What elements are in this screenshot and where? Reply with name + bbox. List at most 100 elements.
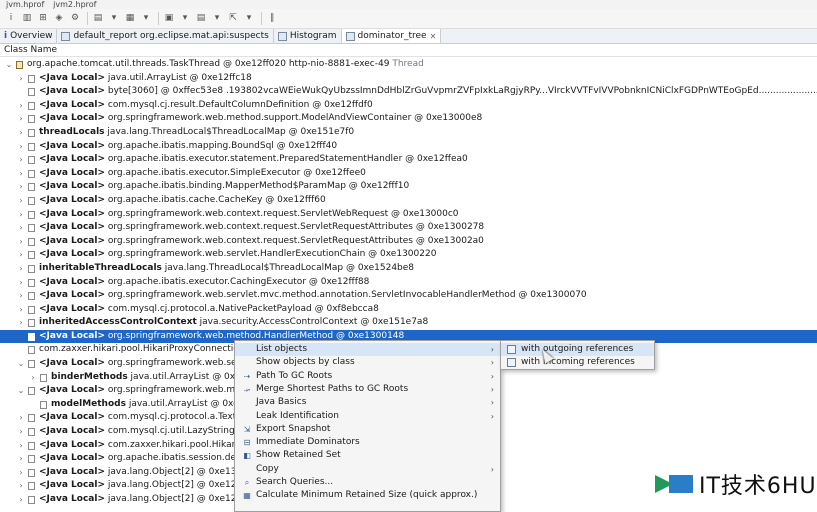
tree-row[interactable]: › <Java Local> com.mysql.cj.protocol.a.Na…: [0, 303, 817, 317]
info-icon[interactable]: i: [4, 12, 18, 25]
chevron-right-icon[interactable]: ›: [17, 466, 25, 480]
histogram-icon[interactable]: ▥: [20, 12, 34, 25]
search-icon: ⌕: [244, 478, 250, 487]
chevron-down-icon[interactable]: ⌄: [17, 384, 25, 398]
tab-dominator-tree[interactable]: dominator_tree ✕: [341, 29, 442, 43]
chevron-right-icon[interactable]: ›: [29, 371, 37, 385]
row-label: <Java Local>: [39, 303, 105, 314]
chevron-right-icon[interactable]: ›: [17, 167, 25, 181]
row-text: <Java Local> com.mysql.cj.result.Default…: [39, 99, 373, 113]
chevron-down-icon[interactable]: ⌄: [5, 58, 13, 72]
table-icon[interactable]: ▤: [194, 12, 208, 25]
tree-row[interactable]: › <Java Local> org.springframework.web.co…: [0, 235, 817, 249]
chevron-right-icon[interactable]: ›: [17, 316, 25, 330]
chevron-right-icon[interactable]: ›: [17, 235, 25, 249]
tree-row[interactable]: › <Java Local> org.apache.ibatis.executor…: [0, 153, 817, 167]
row-text: <Java Local> com.mysql.cj.protocol.a.Nat…: [39, 303, 379, 317]
tree-row[interactable]: › <Java Local> org.springframework.web.co…: [0, 221, 817, 235]
row-value: org.springframework.web.context.request.…: [107, 235, 484, 246]
tree-row[interactable]: › inheritableThreadLocals java.lang.Threa…: [0, 262, 817, 276]
chevron-right-icon[interactable]: ›: [17, 153, 25, 167]
menu-item-show-objects-by-class[interactable]: Show objects by class ›: [235, 356, 500, 369]
dropdown-icon[interactable]: ▾: [139, 12, 153, 25]
object-icon: [28, 482, 35, 491]
chevron-right-icon[interactable]: ›: [17, 452, 25, 466]
menu-item-outgoing-references[interactable]: with outgoing references: [501, 343, 654, 356]
chevron-right-icon[interactable]: ›: [17, 425, 25, 439]
tab-label: dominator_tree: [357, 31, 427, 41]
tab-histogram[interactable]: Histogram: [274, 29, 342, 43]
menu-item-leak-identification[interactable]: Leak Identification ›: [235, 410, 500, 423]
menu-item-java-basics[interactable]: Java Basics ›: [235, 396, 500, 409]
export-icon[interactable]: ⇱: [226, 12, 240, 25]
file-tab-2[interactable]: jvm2.hprof: [53, 0, 96, 9]
row-value: byte[3060] @ 0xffec53e8 .193802vcaWEieWu…: [107, 86, 817, 97]
group-icon[interactable]: ▣: [162, 12, 176, 25]
column-header[interactable]: Class Name: [0, 44, 817, 57]
dropdown-icon[interactable]: ▾: [107, 12, 121, 25]
menu-item-export-snapshot[interactable]: ⇲ Export Snapshot: [235, 423, 500, 436]
tree-row[interactable]: › <Java Local> org.apache.ibatis.binding.…: [0, 180, 817, 194]
tree-row[interactable]: ⌄ org.apache.tomcat.util.threads.TaskThre…: [0, 58, 817, 72]
dropdown-icon[interactable]: ▾: [242, 12, 256, 25]
oql-icon[interactable]: ◈: [52, 12, 66, 25]
menu-item-calculate-minimum-retained-size-quick-approx[interactable]: ▦ Calculate Minimum Retained Size (quick …: [235, 489, 500, 502]
menu-item-copy[interactable]: Copy ›: [235, 463, 500, 476]
menu-item-incoming-references[interactable]: with incoming references: [501, 356, 654, 369]
dominator-tree-icon[interactable]: ⊞: [36, 12, 50, 25]
menu-item-label: Show objects by class: [256, 357, 355, 368]
chevron-right-icon[interactable]: ›: [17, 276, 25, 290]
chevron-right-icon[interactable]: ›: [17, 479, 25, 493]
calculate-icon[interactable]: ∥: [265, 12, 279, 25]
tree-row[interactable]: › <Java Local> org.apache.ibatis.cache.Ca…: [0, 194, 817, 208]
heap-dump-icon[interactable]: ▤: [91, 12, 105, 25]
tree-row[interactable]: › threadLocals java.lang.ThreadLocal$Thre…: [0, 126, 817, 140]
dropdown-icon[interactable]: ▾: [210, 12, 224, 25]
tree-row[interactable]: › <Java Local> java.util.ArrayList @ 0xe1…: [0, 72, 817, 86]
row-label: <Java Local>: [39, 412, 105, 423]
chevron-right-icon[interactable]: ›: [17, 221, 25, 235]
row-text: <Java Local> org.apache.ibatis.executor.…: [39, 167, 366, 181]
chevron-right-icon[interactable]: ›: [17, 126, 25, 140]
submenu-item-label: with incoming references: [521, 357, 635, 367]
chevron-right-icon[interactable]: ›: [17, 439, 25, 453]
chevron-right-icon[interactable]: ›: [17, 248, 25, 262]
chevron-right-icon[interactable]: ›: [17, 180, 25, 194]
tree-row[interactable]: › <Java Local> org.springframework.web.me…: [0, 112, 817, 126]
chevron-right-icon[interactable]: ›: [17, 140, 25, 154]
tree-row[interactable]: <Java Local> byte[3060] @ 0xffec53e8 .19…: [0, 85, 817, 99]
chevron-down-icon[interactable]: ⌄: [17, 357, 25, 371]
file-tab-1[interactable]: jvm.hprof: [6, 0, 44, 9]
tree-row[interactable]: › inheritedAccessControlContext java.secu…: [0, 316, 817, 330]
tree-row[interactable]: › <Java Local> com.mysql.cj.result.Defaul…: [0, 99, 817, 113]
chevron-right-icon[interactable]: ›: [17, 72, 25, 86]
menu-item-show-retained-set[interactable]: ◧ Show Retained Set: [235, 449, 500, 462]
menu-item-path-to-gc-roots[interactable]: ⇢ Path To GC Roots ›: [235, 370, 500, 383]
menu-item-merge-shortest-paths-to-gc-roots[interactable]: ⤞ Merge Shortest Paths to GC Roots ›: [235, 383, 500, 396]
chevron-right-icon[interactable]: ›: [17, 411, 25, 425]
chevron-right-icon[interactable]: ›: [17, 262, 25, 276]
menu-item-label: Calculate Minimum Retained Size (quick a…: [256, 490, 478, 501]
chevron-right-icon[interactable]: ›: [17, 99, 25, 113]
tree-row[interactable]: › <Java Local> org.apache.ibatis.executor…: [0, 276, 817, 290]
tab-default-report[interactable]: default_report org.eclipse.mat.api:suspe…: [57, 29, 274, 43]
menu-item-immediate-dominators[interactable]: ⊟ Immediate Dominators: [235, 436, 500, 449]
tree-row[interactable]: › <Java Local> org.springframework.web.se…: [0, 289, 817, 303]
tree-row[interactable]: › <Java Local> org.springframework.web.co…: [0, 208, 817, 222]
tab-overview[interactable]: i Overview: [0, 29, 58, 43]
close-icon[interactable]: ✕: [430, 32, 437, 41]
dropdown-icon[interactable]: ▾: [178, 12, 192, 25]
tree-row[interactable]: › <Java Local> org.apache.ibatis.executor…: [0, 167, 817, 181]
chevron-right-icon[interactable]: ›: [17, 208, 25, 222]
chevron-right-icon[interactable]: ›: [17, 112, 25, 126]
tree-row[interactable]: › <Java Local> org.springframework.web.se…: [0, 248, 817, 262]
submenu-arrow-icon: ›: [490, 345, 494, 354]
menu-item-list-objects[interactable]: List objects ›: [235, 343, 500, 356]
query-browser-icon[interactable]: ▦: [123, 12, 137, 25]
thread-icon[interactable]: ⚙: [68, 12, 82, 25]
menu-item-search-queries[interactable]: ⌕ Search Queries...: [235, 476, 500, 489]
chevron-right-icon[interactable]: ›: [17, 303, 25, 317]
tree-row[interactable]: › <Java Local> org.apache.ibatis.mapping.…: [0, 140, 817, 154]
chevron-right-icon[interactable]: ›: [17, 194, 25, 208]
chevron-right-icon[interactable]: ›: [17, 289, 25, 303]
